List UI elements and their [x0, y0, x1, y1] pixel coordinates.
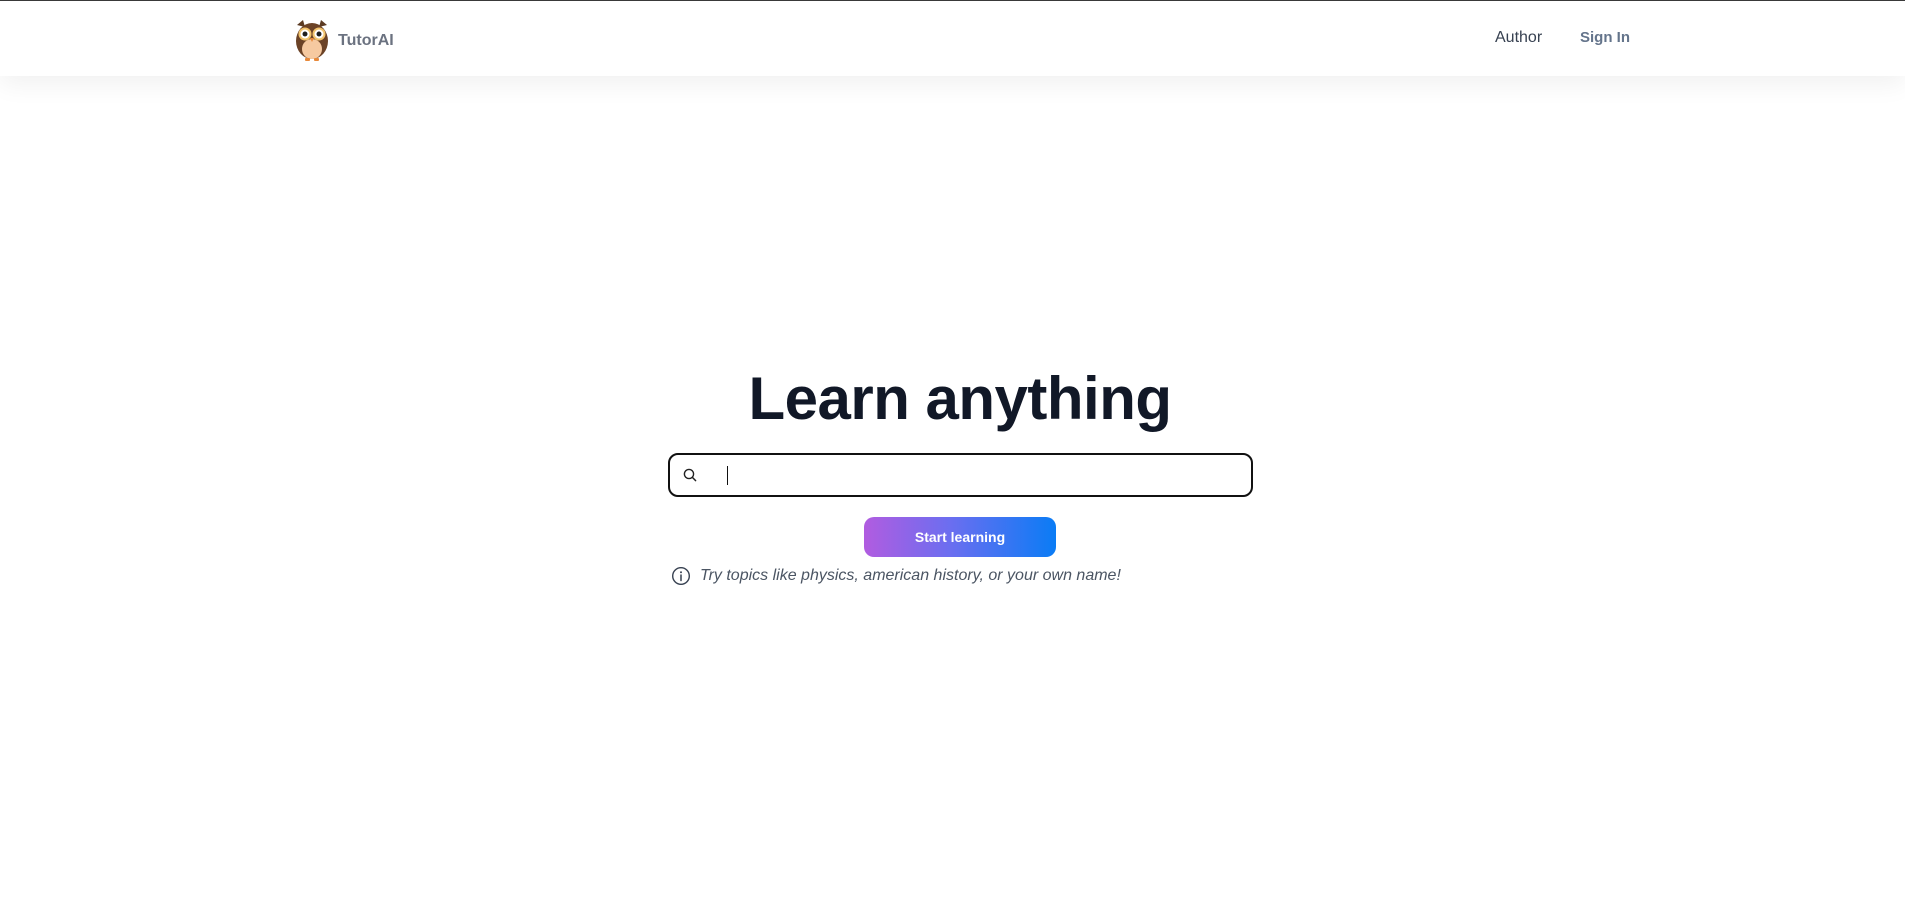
- info-icon: [671, 566, 691, 586]
- nav-author-link[interactable]: Author: [1495, 29, 1542, 47]
- navbar: TutorAI Author Sign In: [0, 1, 1905, 76]
- text-caret: [727, 466, 728, 485]
- hint: Try topics like physics, american histor…: [671, 566, 1121, 586]
- search-icon: [683, 468, 697, 482]
- sign-in-link[interactable]: Sign In: [1580, 29, 1630, 46]
- search-input[interactable]: [722, 455, 1237, 495]
- owl-icon: [296, 20, 328, 61]
- brand-name: TutorAI: [338, 32, 394, 49]
- hint-text: Try topics like physics, american histor…: [700, 567, 1121, 584]
- brand-link[interactable]: TutorAI: [294, 19, 394, 63]
- start-learning-button[interactable]: Start learning: [864, 517, 1056, 557]
- search-box[interactable]: [668, 453, 1253, 497]
- page-title: Learn anything: [748, 365, 1172, 432]
